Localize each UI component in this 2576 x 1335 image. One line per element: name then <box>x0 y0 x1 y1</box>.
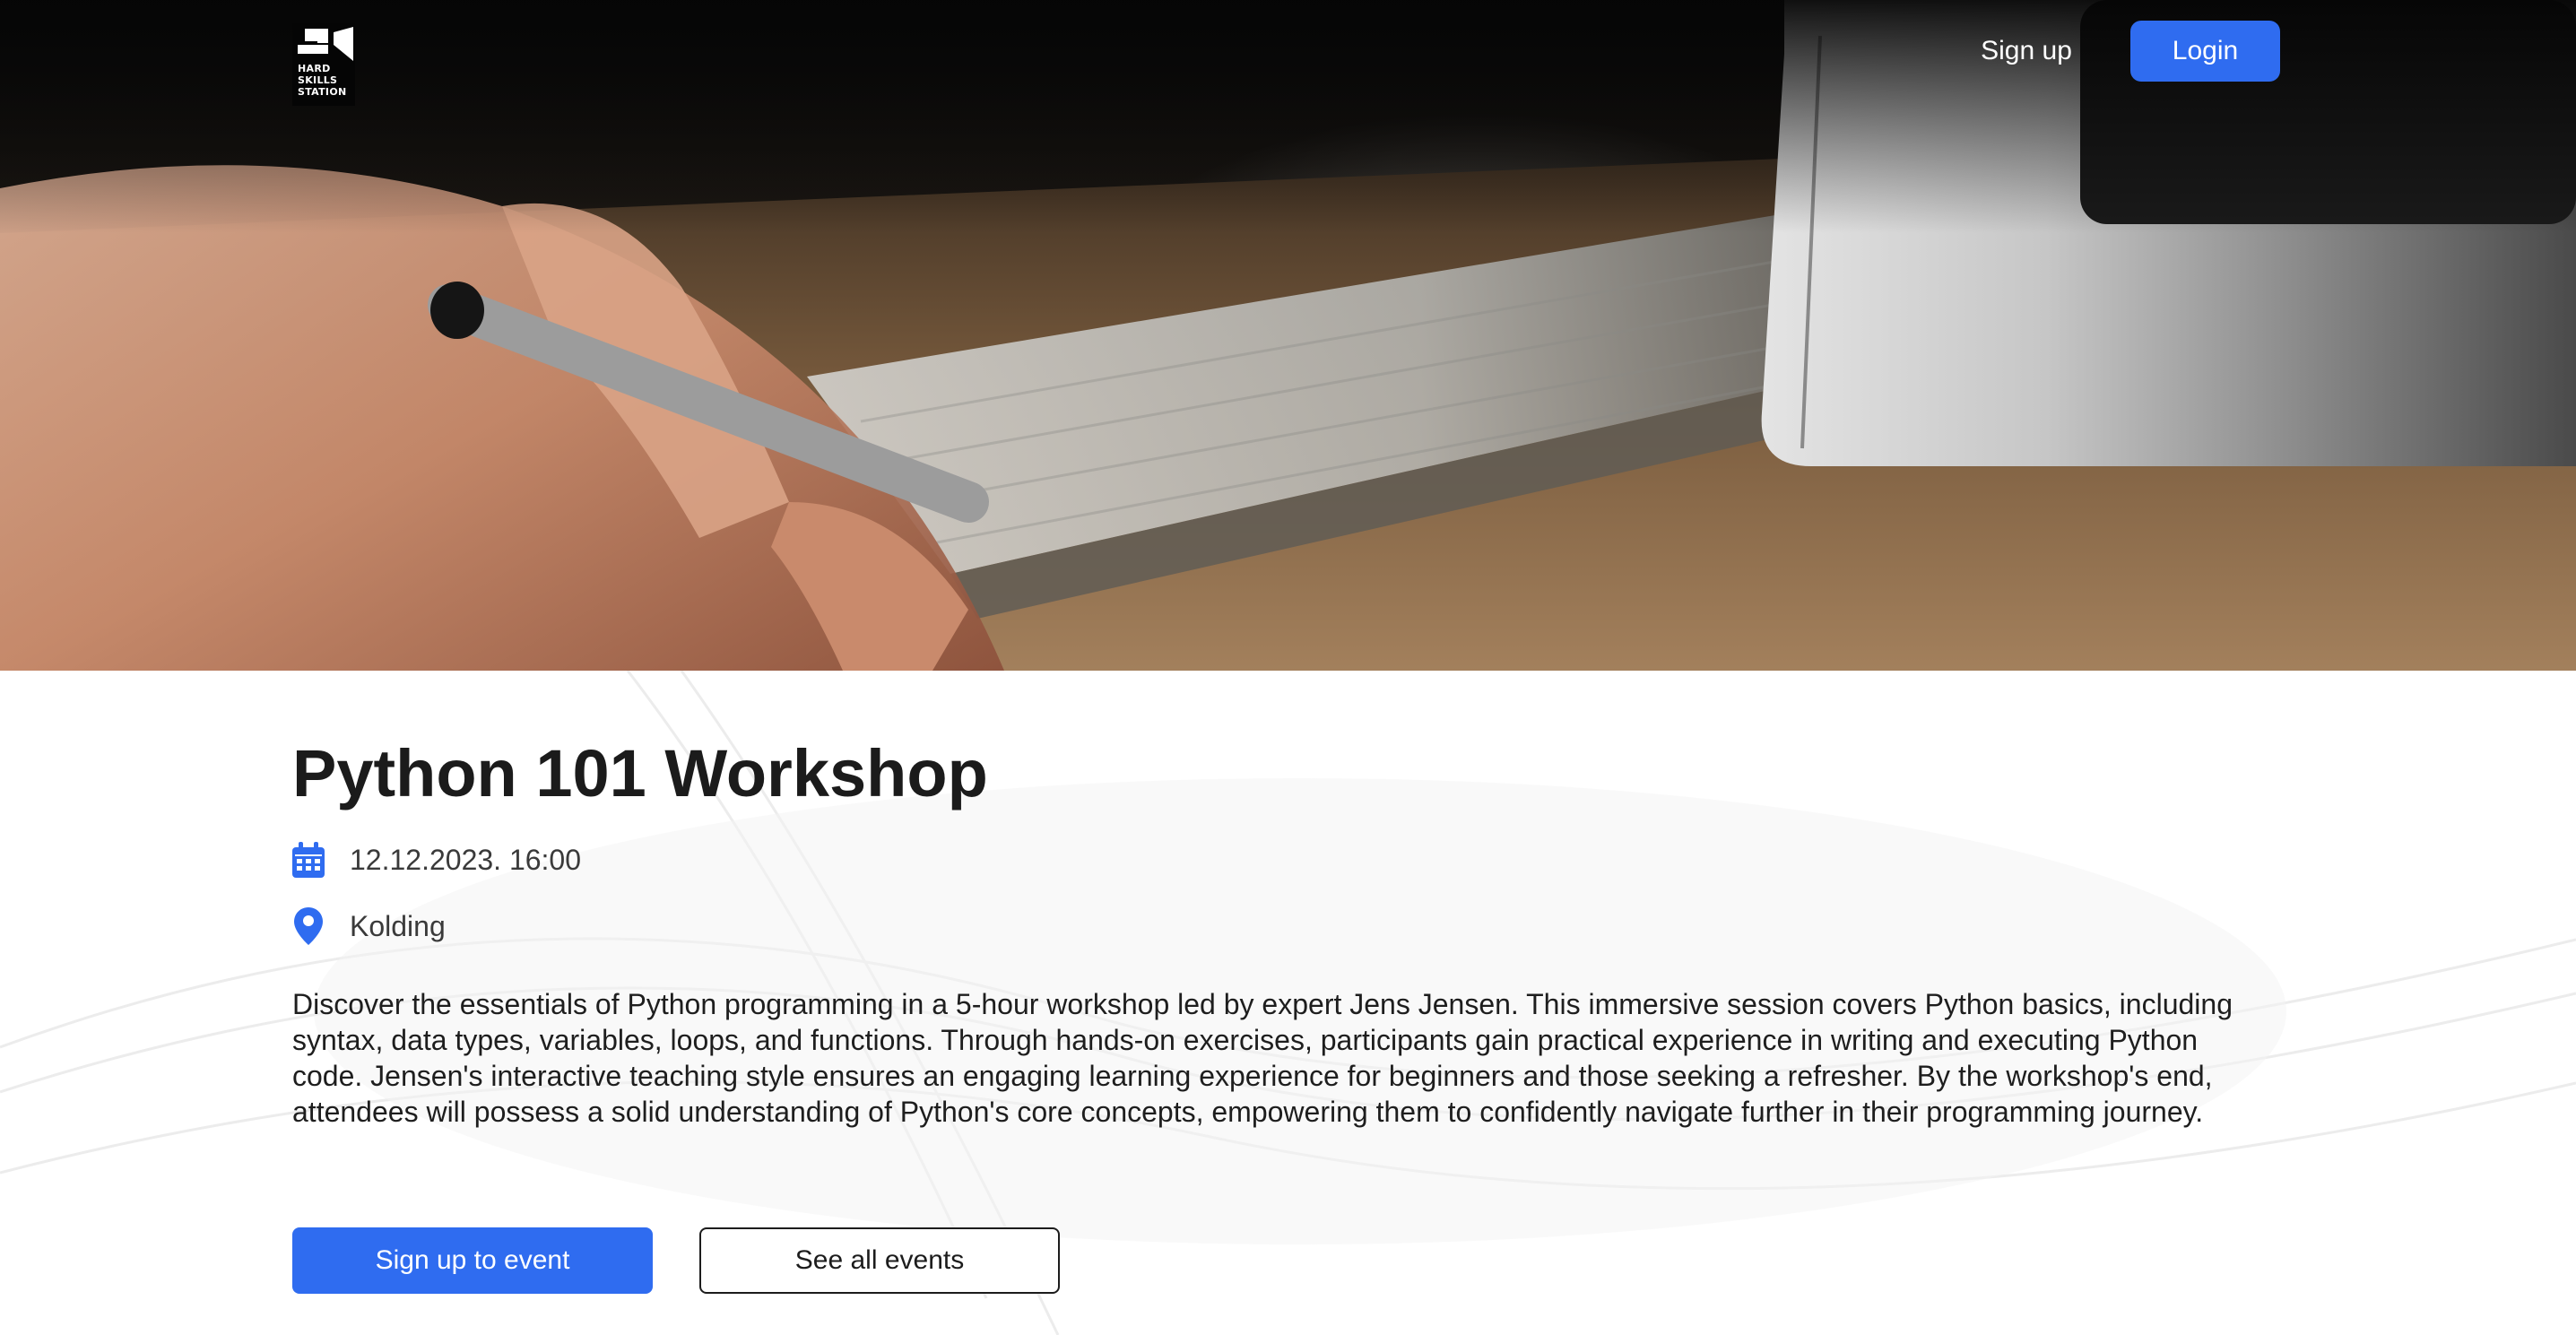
nav-signup-link[interactable]: Sign up <box>1955 22 2098 81</box>
event-details: Python 101 Workshop 12.12.2023. 16:00 Ko… <box>0 671 2576 1335</box>
map-pin-icon <box>292 907 325 945</box>
logo-wordmark: HARD SKILLS STATION <box>298 63 347 98</box>
event-datetime: 12.12.2023. 16:00 <box>350 843 582 876</box>
logo-mark-icon <box>298 27 353 61</box>
login-button[interactable]: Login <box>2130 21 2280 82</box>
event-title: Python 101 Workshop <box>292 736 988 811</box>
calendar-icon <box>292 841 325 879</box>
see-all-events-button[interactable]: See all events <box>699 1227 1060 1294</box>
hero-banner: HARD SKILLS STATION Sign up Login <box>0 0 2576 671</box>
event-date-row: 12.12.2023. 16:00 <box>292 839 581 880</box>
event-description: Discover the essentials of Python progra… <box>292 988 2233 1128</box>
top-navigation: HARD SKILLS STATION Sign up Login <box>0 0 2576 108</box>
sign-up-to-event-button[interactable]: Sign up to event <box>292 1227 653 1294</box>
event-location-row: Kolding <box>292 906 446 947</box>
event-location: Kolding <box>350 909 446 942</box>
hard-skills-station-logo[interactable]: HARD SKILLS STATION <box>292 23 355 106</box>
